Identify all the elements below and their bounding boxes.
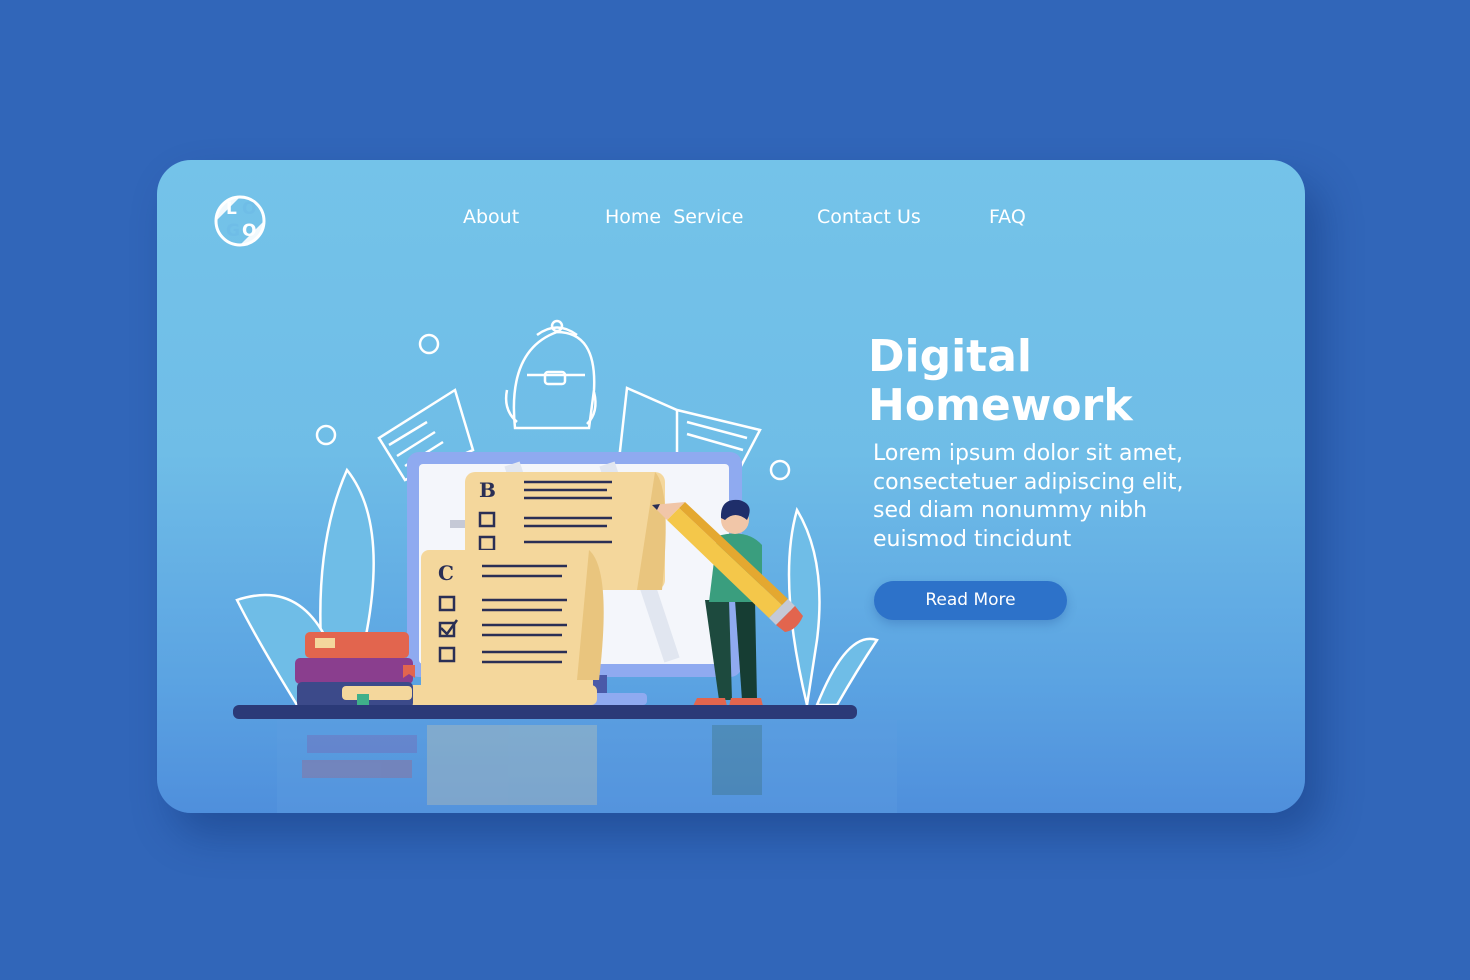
- checklist-paper-front: [407, 550, 604, 705]
- hero-title-line: Digital: [868, 331, 1032, 382]
- backpack-outline-icon: [504, 319, 597, 430]
- outline-circle: [418, 333, 440, 355]
- hero-description-line: Lorem ipsum dolor sit amet,: [873, 441, 1184, 466]
- floor-bar: [233, 705, 857, 719]
- paper-grade-b: B: [479, 478, 496, 502]
- read-more-button[interactable]: Read More: [874, 581, 1067, 620]
- hero-description: Lorem ipsum dolor sit amet, consectetuer…: [873, 440, 1253, 554]
- outline-circle: [315, 424, 337, 446]
- hero-description-line: sed diam nonummy nibh: [873, 498, 1148, 523]
- hero-description-line: consectetuer adipiscing elit,: [873, 469, 1184, 495]
- hero-title: Digital Homework: [868, 332, 1228, 430]
- outline-circle: [769, 459, 791, 481]
- hero-description-line: euismod tincidunt: [873, 526, 1072, 552]
- hero-title-line: Homework: [868, 380, 1133, 431]
- paper-grade-c: C: [438, 561, 454, 585]
- books-stack: [295, 632, 415, 712]
- landing-card: L O G O About Home Service Contact Us FA…: [157, 160, 1305, 813]
